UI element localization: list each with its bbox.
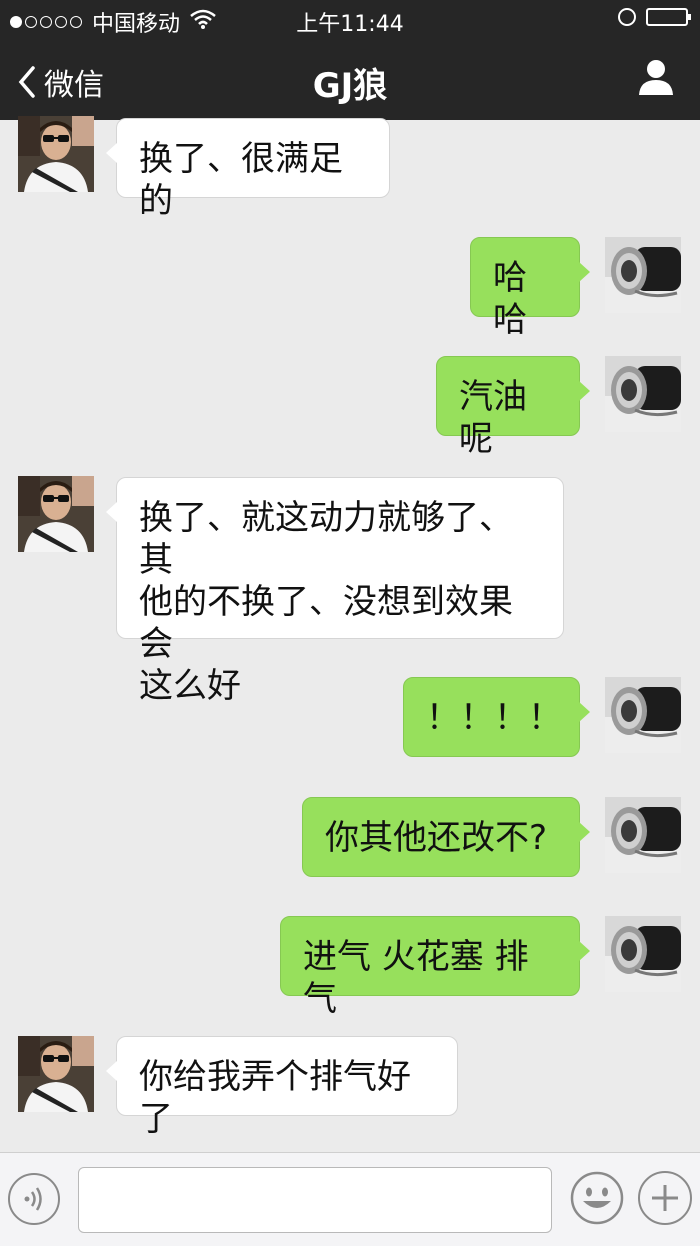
message-bubble-received[interactable]: 你给我弄个排气好了 — [106, 1036, 458, 1139]
message-text: 换了、很满足的 — [139, 139, 343, 221]
more-button[interactable] — [638, 1171, 692, 1225]
voice-button[interactable] — [8, 1173, 60, 1225]
message-input[interactable] — [78, 1167, 552, 1233]
message-bubble-sent[interactable]: 进气 火花塞 排气 — [280, 916, 590, 1019]
message-text: 汽油呢 — [459, 377, 527, 459]
message-line: 换了、就这动力就够了、其 — [139, 498, 513, 580]
input-bar — [0, 1152, 700, 1246]
message-text: 你其他还改不? — [325, 818, 548, 858]
contact-icon — [639, 60, 673, 95]
battery-icon — [646, 8, 691, 26]
top-bar: 中国移动 上午11:44 微信 GJ狼 — [0, 0, 700, 120]
status-bar: 中国移动 上午11:44 — [0, 0, 700, 40]
chat-title: GJ狼 — [312, 66, 388, 106]
message-text: 你给我弄个排气好了 — [139, 1057, 411, 1139]
message-line: 他的不换了、没想到效果会 — [139, 582, 513, 664]
voice-icon — [24, 1187, 42, 1211]
emoji-icon — [570, 1171, 624, 1225]
status-time: 上午11:44 — [296, 12, 404, 37]
my-avatar[interactable] — [603, 675, 683, 755]
my-avatar[interactable] — [603, 354, 683, 434]
message-bubble-sent[interactable]: ！！！！ — [403, 677, 590, 757]
status-right — [618, 8, 691, 26]
message-bubble-sent[interactable]: 你其他还改不? — [302, 797, 590, 877]
message-text: ！！！！ — [426, 698, 562, 738]
lock-icon — [618, 8, 636, 26]
message-text: 哈哈 — [493, 258, 527, 340]
message-bubble-received[interactable]: 换了、就这动力就够了、其 他的不换了、没想到效果会 这么好 — [106, 477, 564, 706]
plus-icon — [652, 1185, 678, 1211]
message-bubble-received[interactable]: 换了、很满足的 — [106, 118, 390, 221]
my-avatar[interactable] — [603, 235, 683, 315]
message-bubble-sent[interactable]: 汽油呢 — [436, 356, 590, 459]
contact-avatar[interactable] — [18, 1036, 94, 1112]
contact-button[interactable] — [638, 58, 674, 100]
nav-bar: 微信 GJ狼 — [0, 40, 700, 120]
my-avatar[interactable] — [603, 795, 683, 875]
emoji-button[interactable] — [570, 1171, 624, 1225]
message-bubble-sent[interactable]: 哈哈 — [470, 237, 590, 340]
contact-avatar[interactable] — [18, 476, 94, 552]
message-text: 进气 火花塞 排气 — [303, 937, 529, 1019]
contact-avatar[interactable] — [18, 116, 94, 192]
my-avatar[interactable] — [603, 914, 683, 994]
